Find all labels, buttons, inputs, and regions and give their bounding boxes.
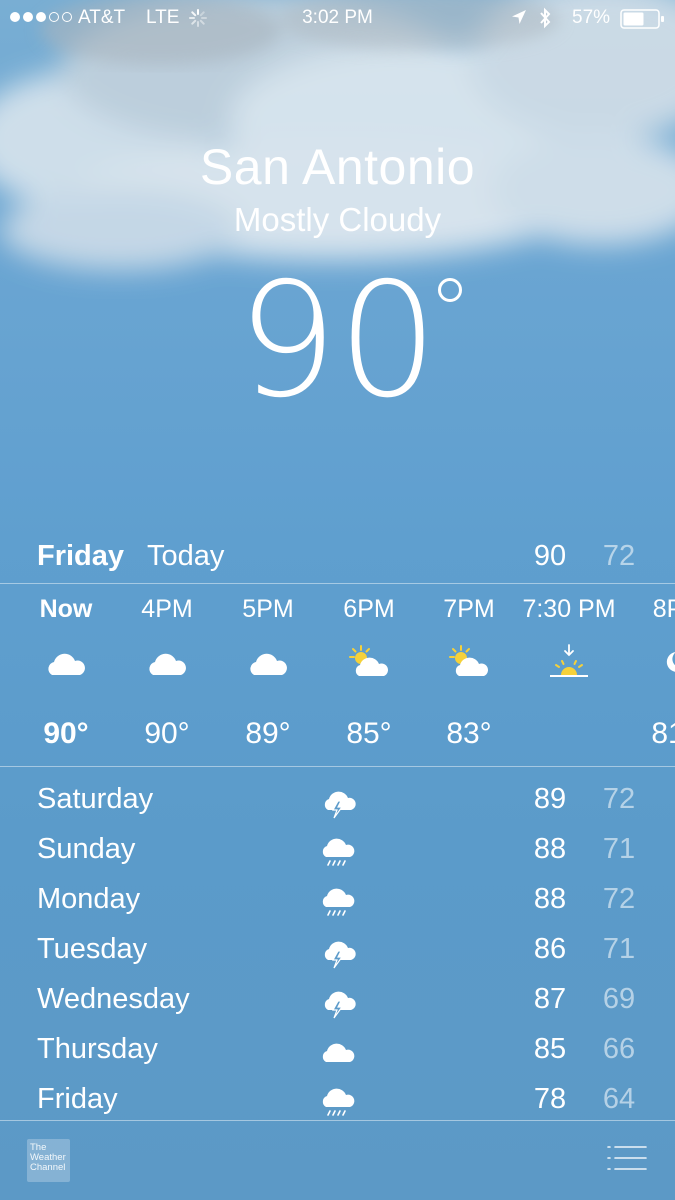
day-low: 66 <box>602 1033 636 1065</box>
hourly-forecast[interactable]: Now 90° 4PM 90° 5PM 89° 6PM 85° 7PM 83° … <box>0 584 675 766</box>
daily-row: Thursday 85 66 <box>0 1030 675 1076</box>
location-arrow-icon <box>512 10 526 24</box>
hour-label: 4PM <box>141 595 193 623</box>
daily-row: Tuesday 86 71 <box>0 930 675 976</box>
today-label: Today <box>147 540 225 572</box>
day-high: 86 <box>533 933 567 965</box>
moon-cloud-icon <box>666 652 675 672</box>
hourly-item: Now 90° <box>16 584 116 766</box>
cloud-icon <box>250 653 287 675</box>
hourly-item: 4PM 90° <box>117 584 217 766</box>
day-name: Sunday <box>37 833 136 865</box>
daily-row: Wednesday 87 69 <box>0 980 675 1026</box>
list-icon[interactable] <box>606 1144 648 1172</box>
logo-line: Channel <box>30 1162 66 1173</box>
hour-temperature: 81 <box>651 717 675 750</box>
day-high: 87 <box>533 983 567 1015</box>
hourly-item: 8P 81 <box>618 584 675 766</box>
day-low: 71 <box>602 833 636 865</box>
divider <box>0 766 675 767</box>
hour-label: 7PM <box>443 595 495 623</box>
daily-row: Saturday 89 72 <box>0 780 675 826</box>
hourly-item: 5PM 89° <box>218 584 318 766</box>
day-name: Friday <box>37 1083 118 1115</box>
current-temperature-value: 90 <box>236 249 439 433</box>
day-high: 88 <box>533 883 567 915</box>
day-low: 72 <box>602 783 636 815</box>
day-name: Wednesday <box>37 983 190 1015</box>
day-high: 78 <box>533 1083 567 1115</box>
day-name: Monday <box>37 883 141 915</box>
hour-temperature: 89° <box>245 717 291 750</box>
cloud-icon <box>322 1043 355 1062</box>
hourly-item: 7PM 83° <box>419 584 519 766</box>
city-name: San Antonio <box>199 139 476 195</box>
day-name: Thursday <box>37 1033 158 1065</box>
thunderstorm-icon <box>324 791 356 819</box>
cloud-icon <box>48 653 85 675</box>
today-high: 90 <box>533 540 567 572</box>
degree-symbol <box>438 278 462 302</box>
cloud-icon <box>149 653 186 675</box>
daily-row: Sunday 88 71 <box>0 830 675 876</box>
daily-row: Monday 88 72 <box>0 880 675 926</box>
sunset-icon <box>550 644 588 677</box>
today-day-name: Friday <box>37 540 125 572</box>
hour-temperature: 90° <box>144 717 190 750</box>
day-low: 71 <box>602 933 636 965</box>
battery-icon <box>620 9 664 29</box>
hour-label: 5PM <box>242 595 294 623</box>
today-low: 72 <box>602 540 636 572</box>
hourly-item: 7:30 PM <box>519 584 619 766</box>
weather-condition: Mostly Cloudy <box>233 201 442 238</box>
thunderstorm-icon <box>324 991 356 1019</box>
hour-temperature: 85° <box>346 717 392 750</box>
thunderstorm-icon <box>324 941 356 969</box>
day-high: 89 <box>533 783 567 815</box>
day-low: 72 <box>602 883 636 915</box>
day-low: 64 <box>602 1083 636 1115</box>
footer-divider <box>0 1120 675 1121</box>
hour-label: 6PM <box>343 595 395 623</box>
day-name: Tuesday <box>37 933 148 965</box>
battery-percentage: 57% <box>572 7 611 28</box>
day-low: 69 <box>602 983 636 1015</box>
rain-icon <box>322 888 355 916</box>
rain-icon <box>322 838 355 866</box>
hour-label: 7:30 PM <box>522 595 616 623</box>
current-temperature: 90 <box>0 256 675 426</box>
hour-temperature: 83° <box>446 717 492 750</box>
hour-temperature: 90° <box>43 717 89 750</box>
day-high: 88 <box>533 833 567 865</box>
rain-icon <box>322 1088 355 1116</box>
weather-channel-logo[interactable]: The Weather Channel <box>27 1139 70 1182</box>
hour-label: Now <box>39 595 93 623</box>
hourly-item: 6PM 85° <box>319 584 419 766</box>
bluetooth-icon <box>540 7 551 29</box>
partly-sunny-icon <box>449 645 488 676</box>
status-bar: AT&T LTE 3:02 PM 57% <box>0 0 675 38</box>
day-name: Saturday <box>37 783 154 815</box>
hour-label: 8P <box>652 595 675 623</box>
today-summary: Friday Today 90 72 <box>0 540 675 580</box>
partly-sunny-icon <box>349 645 388 676</box>
day-high: 85 <box>533 1033 567 1065</box>
